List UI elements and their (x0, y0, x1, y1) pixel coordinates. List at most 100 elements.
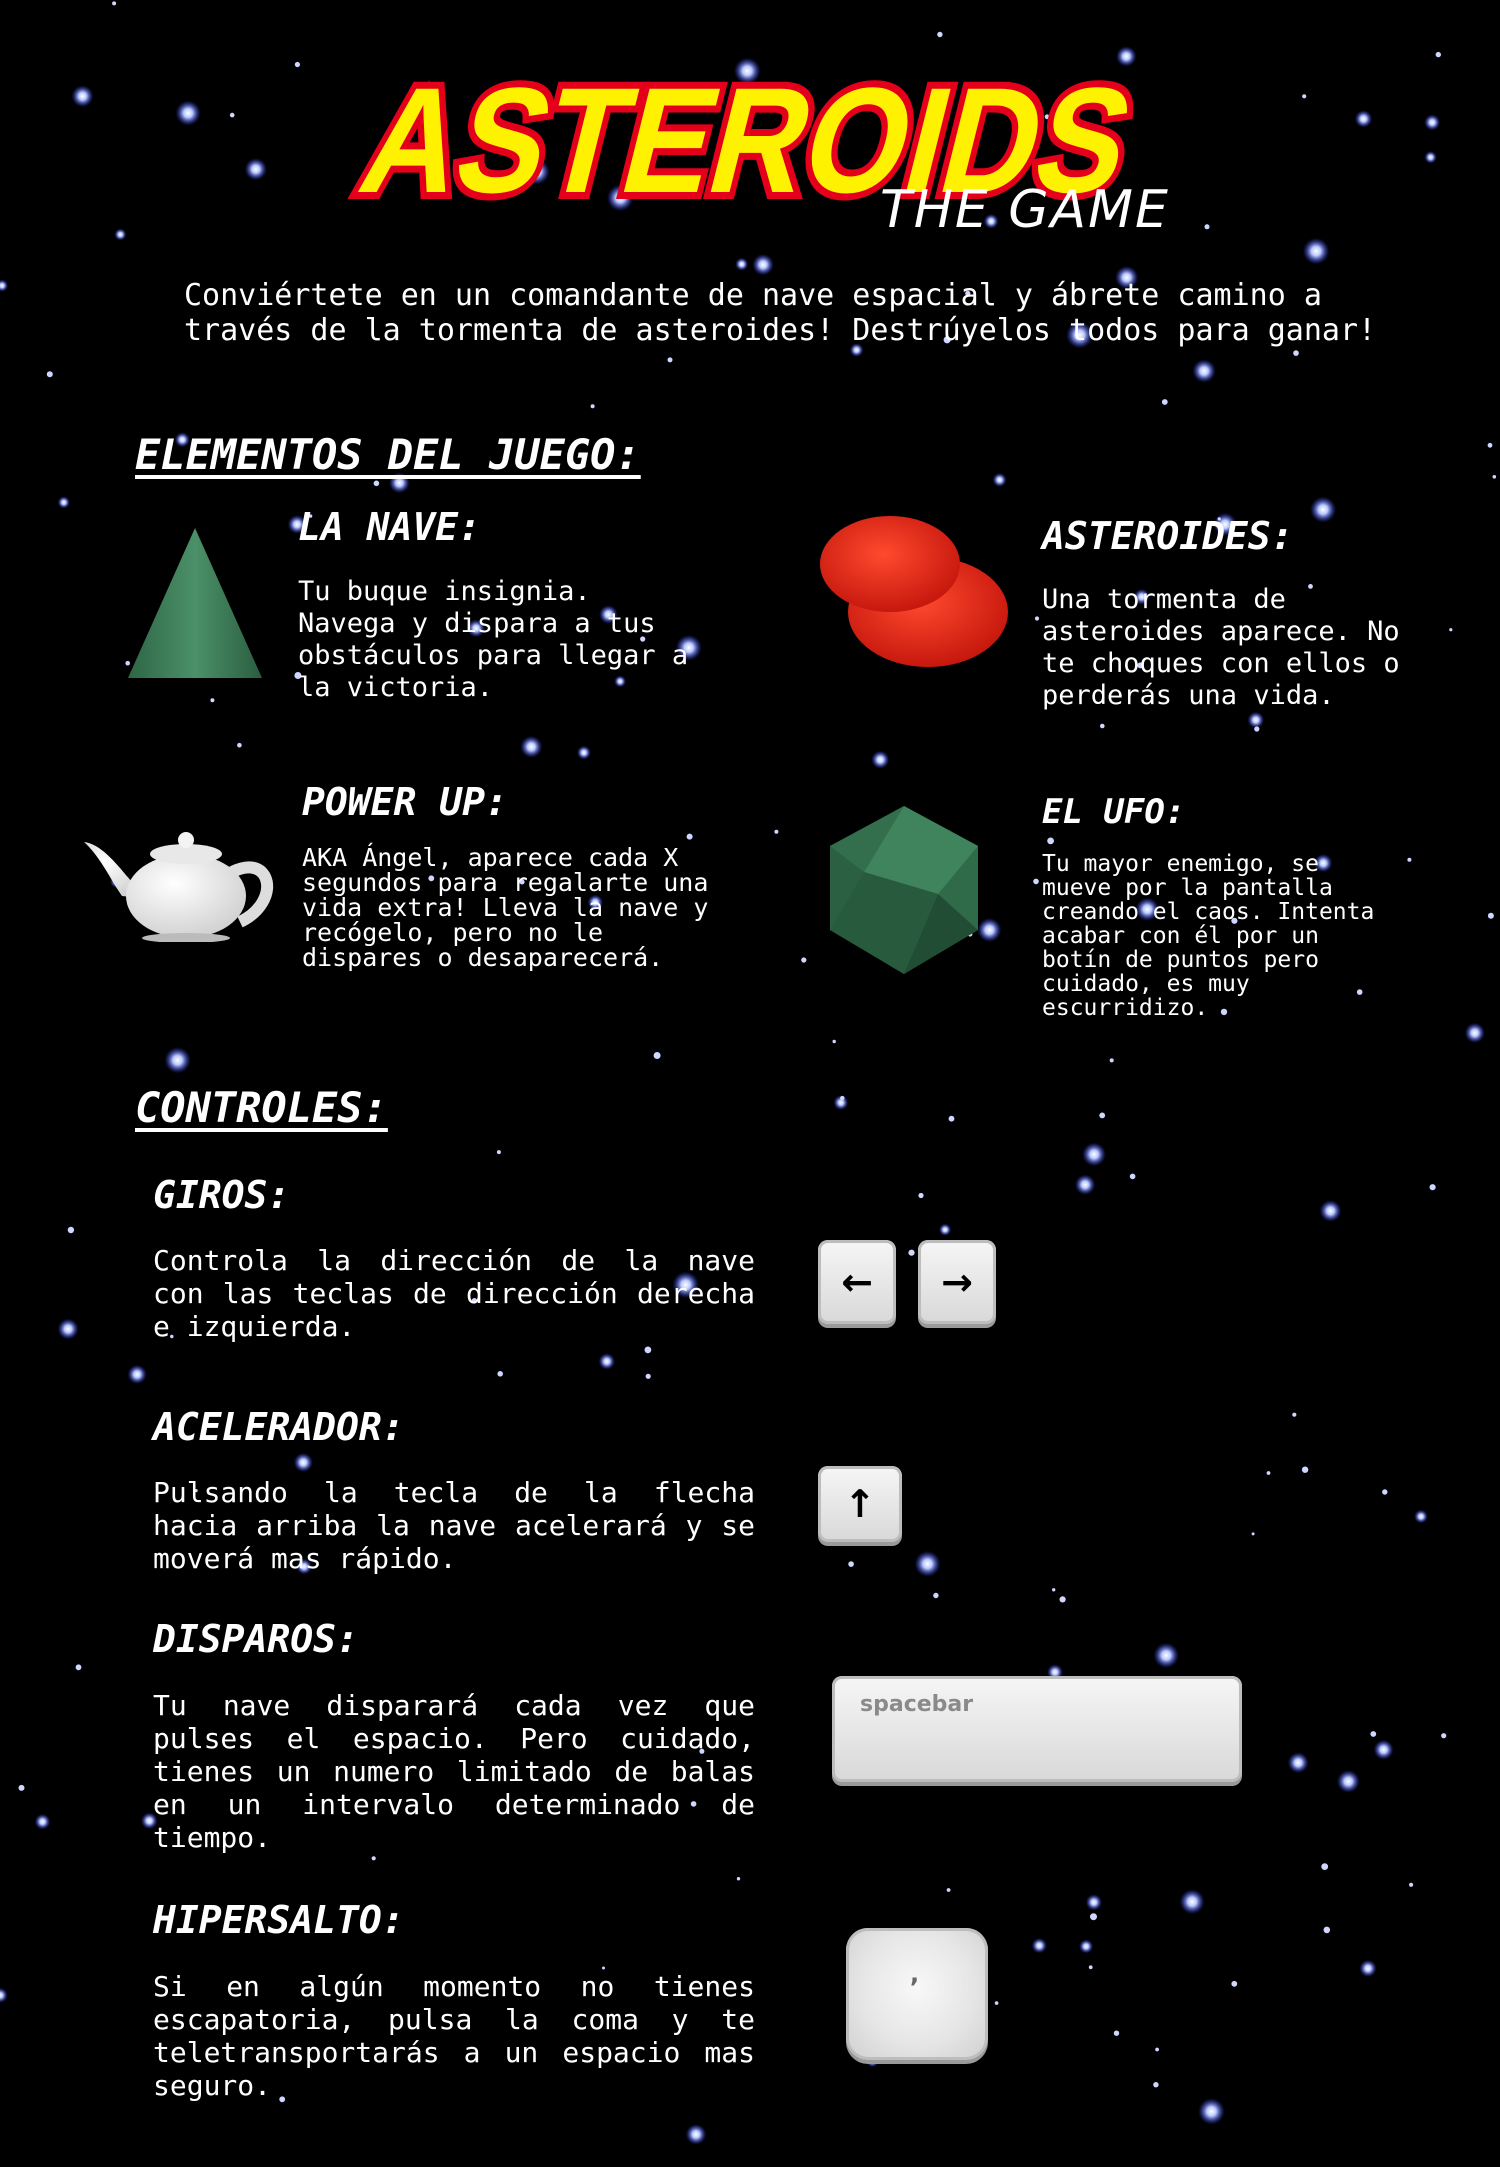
star (1407, 857, 1412, 862)
powerup-title: POWER UP: (302, 780, 508, 824)
star (1336, 1769, 1360, 1793)
star (735, 257, 749, 271)
star (210, 698, 215, 703)
star (1414, 1509, 1428, 1524)
star (1323, 1926, 1331, 1934)
star (229, 112, 235, 118)
star (18, 1784, 25, 1791)
star (992, 472, 1007, 487)
star (67, 1226, 75, 1234)
nave-text: Tu buque insignia. Navega y dispara a tu… (298, 576, 689, 703)
star (1088, 1965, 1093, 1970)
star (1109, 1058, 1114, 1063)
spacebar-label: spacebar (860, 1692, 974, 1717)
ufo-image (830, 806, 978, 974)
star (937, 31, 943, 38)
star (736, 1877, 741, 1881)
right-arrow-key: → (918, 1240, 996, 1324)
ufo-text: Tu mayor enemigo, se mueve por la pantal… (1042, 851, 1375, 1021)
star (1099, 1112, 1106, 1119)
star (1251, 1532, 1255, 1536)
star (1373, 1739, 1394, 1760)
star (1161, 399, 1168, 405)
powerup-text: AKA Ángel, aparece cada X segundos para … (302, 843, 709, 972)
star (1424, 151, 1437, 164)
star (667, 357, 673, 363)
star (1179, 1889, 1205, 1915)
star (1435, 51, 1442, 58)
star (752, 253, 774, 276)
star (1409, 1882, 1414, 1887)
star (774, 829, 779, 834)
star (1074, 1174, 1096, 1195)
star (1059, 1596, 1066, 1603)
star (685, 2124, 707, 2145)
star (1354, 110, 1373, 128)
star (1247, 711, 1265, 729)
star (645, 1373, 651, 1379)
star (237, 742, 242, 748)
star (1266, 1471, 1271, 1475)
star (1382, 1489, 1388, 1495)
star (801, 957, 807, 963)
star (908, 1249, 915, 1256)
star (0, 1987, 8, 2003)
star (34, 1813, 51, 1830)
star (1319, 1199, 1342, 1222)
star (590, 404, 595, 409)
star (175, 100, 201, 126)
star (520, 735, 543, 758)
disparos-text: Tu nave disparará cada vez que pulses el… (153, 1689, 755, 1854)
star (1464, 1022, 1486, 1044)
star (1292, 1412, 1297, 1417)
star (1441, 1733, 1447, 1739)
up-arrow-key: ↑ (818, 1466, 902, 1542)
hipersalto-text: Si en algún momento no tienes escapatori… (153, 1970, 755, 2102)
star (46, 371, 53, 378)
star (75, 1664, 82, 1671)
star (1153, 1642, 1179, 1669)
star (1129, 1173, 1136, 1180)
star (0, 279, 9, 292)
disparos-title: DISPAROS: (153, 1617, 359, 1661)
giros-text: Controla la dirección de la nave con las… (153, 1244, 755, 1343)
star (497, 1371, 504, 1377)
elements-heading: ELEMENTOS DEL JUEGO: (135, 430, 641, 479)
star (871, 750, 890, 769)
star (114, 228, 127, 241)
star (653, 1052, 661, 1059)
star (1302, 94, 1307, 99)
star (57, 1318, 79, 1340)
left-arrow-key: ← (818, 1240, 896, 1324)
star (994, 2001, 999, 2005)
star (1085, 1894, 1103, 1911)
star (1449, 628, 1453, 632)
star (1254, 726, 1260, 732)
star (371, 1856, 376, 1861)
ship-image (128, 528, 262, 678)
asteroid-image (820, 516, 1008, 667)
star (1033, 878, 1039, 885)
star (1487, 912, 1494, 919)
star (1429, 1184, 1436, 1191)
nave-title: LA NAVE: (298, 505, 482, 549)
star (1487, 442, 1493, 448)
star (1052, 1588, 1056, 1592)
teapot-powerup-image (84, 832, 274, 942)
acelerador-text: Pulsando la tecla de la flecha hacia arr… (153, 1476, 755, 1575)
star (294, 61, 300, 68)
comma-key-label: , (910, 1960, 920, 1988)
star (1492, 475, 1497, 479)
star (1301, 1466, 1309, 1473)
star (946, 1888, 951, 1892)
star (293, 1452, 313, 1473)
hipersalto-title: HIPERSALTO: (153, 1898, 405, 1942)
star (977, 917, 1002, 943)
ufo-title: EL UFO: (1042, 792, 1186, 832)
star (933, 1592, 939, 1599)
asteroides-text: Una tormenta de asteroides aparece. No t… (1042, 584, 1400, 711)
star (1113, 2030, 1120, 2036)
logo-subtitle: THE GAME (880, 180, 1170, 240)
star (112, 1, 117, 6)
star (598, 1353, 616, 1370)
